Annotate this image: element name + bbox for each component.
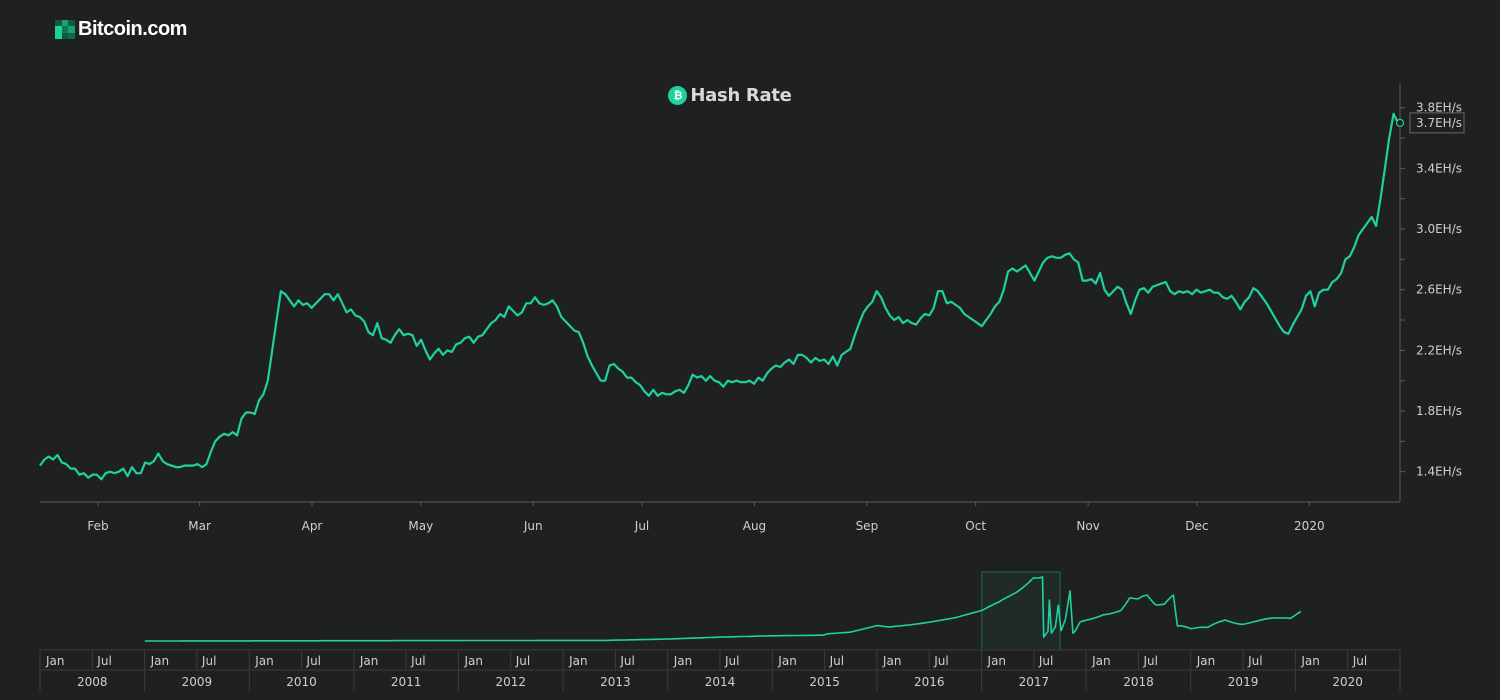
x-tick-label: Jul xyxy=(634,519,649,533)
hash-rate-chart[interactable]: Feb Mar Apr May Jun Jul Aug Sep Oct Nov Dec 2020 1.4… xyxy=(0,0,1500,700)
x-tick-label: 2020 xyxy=(1294,519,1325,533)
navigator-month-label: Jan xyxy=(150,654,170,668)
main-axes: Feb Mar Apr May Jun Jul Aug Sep Oct Nov Dec 2020 1.4… xyxy=(40,84,1462,533)
navigator-month-label: Jan xyxy=(568,654,588,668)
navigator-month-label: Jan xyxy=(882,654,902,668)
current-value-label: 3.7EH/s xyxy=(1416,116,1462,130)
x-tick-label: Apr xyxy=(302,519,323,533)
y-tick-label: 3.0EH/s xyxy=(1416,222,1462,236)
navigator-year-label: 2019 xyxy=(1228,675,1259,689)
navigator-month-label: Jul xyxy=(829,654,844,668)
hash-rate-line xyxy=(39,112,1399,481)
navigator-year-label: 2018 xyxy=(1123,675,1154,689)
range-navigator: Jan Jul 2008 Jan Jul 2009 Jan Jul 2010 Jan Jul 2011… xyxy=(39,571,1401,691)
x-tick-label: Oct xyxy=(965,519,986,533)
current-value-marker xyxy=(1395,118,1405,127)
navigator-month-label: Jul xyxy=(201,654,216,668)
main-plot-area: 3.7EH/s xyxy=(39,112,1465,481)
y-tick-label: 2.6EH/s xyxy=(1416,283,1462,297)
x-tick-label: Sep xyxy=(856,519,879,533)
navigator-month-label: Jan xyxy=(1300,654,1320,668)
navigator-year-label: 2017 xyxy=(1019,675,1050,689)
navigator-month-label: Jul xyxy=(1247,654,1262,668)
navigator-month-label: Jan xyxy=(359,654,379,668)
navigator-year-label: 2010 xyxy=(286,675,317,689)
navigator-month-label: Jan xyxy=(1091,654,1111,668)
navigator-month-label: Jan xyxy=(45,654,65,668)
navigator-month-label: Jul xyxy=(96,654,111,668)
x-tick-label: May xyxy=(408,519,433,533)
navigator-year-label: 2020 xyxy=(1332,675,1363,689)
navigator-month-label: Jan xyxy=(673,654,693,668)
x-tick-label: Feb xyxy=(87,519,108,533)
navigator-year-label: 2009 xyxy=(182,675,213,689)
navigator-month-label: Jul xyxy=(306,654,321,668)
navigator-year-label: 2013 xyxy=(600,675,631,689)
navigator-year-label: 2016 xyxy=(914,675,945,689)
y-tick-label: 3.4EH/s xyxy=(1416,161,1462,175)
x-tick-label: Dec xyxy=(1185,519,1208,533)
navigator-month-label: Jul xyxy=(1352,654,1367,668)
navigator-year-label: 2014 xyxy=(705,675,736,689)
x-tick-label: Mar xyxy=(188,519,211,533)
navigator-year-label: 2008 xyxy=(77,675,108,689)
x-tick-label: Nov xyxy=(1076,519,1099,533)
navigator-year-label: 2012 xyxy=(495,675,526,689)
navigator-month-label: Jul xyxy=(410,654,425,668)
navigator-year-label: 2015 xyxy=(809,675,840,689)
navigator-month-label: Jul xyxy=(619,654,634,668)
y-tick-label: 1.8EH/s xyxy=(1416,404,1462,418)
navigator-month-label: Jan xyxy=(254,654,274,668)
x-tick-label: Aug xyxy=(743,519,766,533)
navigator-month-label: Jan xyxy=(777,654,797,668)
navigator-month-label: Jan xyxy=(463,654,483,668)
y-tick-label: 2.2EH/s xyxy=(1416,343,1462,357)
navigator-month-label: Jul xyxy=(933,654,948,668)
navigator-month-label: Jul xyxy=(1038,654,1053,668)
navigator-month-label: Jul xyxy=(1142,654,1157,668)
navigator-month-label: Jul xyxy=(515,654,530,668)
navigator-month-label: Jan xyxy=(987,654,1007,668)
x-tick-label: Jun xyxy=(523,519,543,533)
navigator-month-label: Jul xyxy=(724,654,739,668)
y-tick-label: 1.4EH/s xyxy=(1416,465,1462,479)
navigator-line xyxy=(144,576,1302,642)
navigator-month-label: Jan xyxy=(1196,654,1216,668)
navigator-year-label: 2011 xyxy=(391,675,422,689)
